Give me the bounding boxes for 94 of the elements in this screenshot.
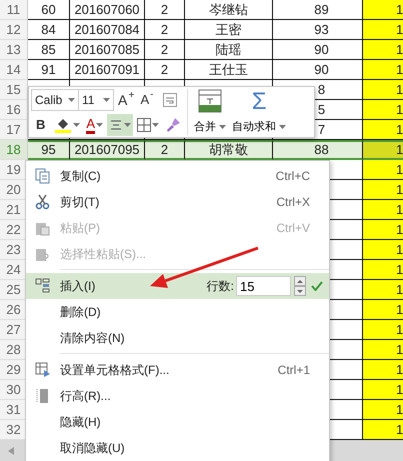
table-cell: 1 — [363, 40, 403, 60]
merge-cells-icon — [198, 89, 222, 113]
font-color-button[interactable]: A — [84, 114, 106, 136]
table-cell: 201607084 — [70, 20, 145, 40]
caret-icon — [297, 280, 303, 282]
table-cell: 陆瑶 — [185, 40, 273, 60]
table-cell: 1 — [363, 280, 403, 300]
checkmark-icon[interactable] — [311, 281, 323, 291]
caret-icon — [103, 98, 110, 102]
table-cell: 胡常敬 — [185, 140, 273, 160]
table-cell: 201607060 — [70, 0, 145, 20]
row-header[interactable]: 12 — [0, 20, 28, 40]
font-size-dropdown[interactable]: 11 — [78, 89, 114, 111]
table-cell: 95 — [28, 140, 70, 160]
menu-item[interactable]: 剪切(T) Ctrl+X — [26, 189, 329, 215]
caret-icon — [219, 124, 226, 129]
menu-item[interactable]: 行高(R)... — [26, 383, 329, 409]
table-cell: 85 — [28, 40, 70, 60]
table-cell: 2 — [145, 40, 185, 60]
table-cell: 1 — [363, 160, 403, 180]
paintbrush-icon[interactable] — [165, 117, 182, 133]
table-cell: 1 — [363, 0, 403, 20]
table-cell: 1 — [363, 200, 403, 220]
spin-down-button[interactable] — [294, 286, 306, 296]
menu-item[interactable]: 复制(C) Ctrl+C — [26, 163, 329, 189]
bold-button[interactable]: B — [34, 114, 48, 136]
table-cell: 1 — [363, 420, 403, 440]
caret-icon — [73, 123, 80, 127]
font-name-dropdown[interactable]: Calib — [31, 89, 79, 111]
table-cell: 王密 — [185, 20, 273, 40]
table-cell: 1 — [363, 320, 403, 340]
table-cell: 1 — [363, 220, 403, 240]
menu-item-icon — [35, 194, 51, 210]
table-cell: 1 — [363, 140, 403, 160]
table-cell: 1 — [363, 360, 403, 380]
table-cell: 201607095 — [70, 140, 145, 160]
grow-font-button[interactable]: A$^{+}$ — [116, 89, 136, 111]
menu-item[interactable]: 设置单元格格式(F)... Ctrl+1 — [26, 357, 329, 383]
table-cell: 1 — [363, 240, 403, 260]
table-cell: 1 — [363, 340, 403, 360]
caret-icon — [68, 98, 75, 102]
table-cell: 2 — [145, 140, 185, 160]
table-cell: 2 — [145, 20, 185, 40]
menu-item-icon — [35, 388, 51, 404]
fill-color-icon[interactable] — [54, 116, 72, 134]
menu-item-icon — [35, 362, 51, 378]
caret-icon — [124, 123, 132, 127]
table-cell: 1 — [363, 260, 403, 280]
caret-icon — [297, 290, 303, 292]
table-cell: 60 — [28, 0, 70, 20]
table-cell: 201607091 — [70, 60, 145, 80]
menu-item-icon — [35, 220, 51, 236]
row-header[interactable]: 17 — [0, 120, 28, 140]
menu-item[interactable]: 取消隐藏(U) — [26, 435, 329, 461]
table-cell: 1 — [363, 60, 403, 80]
menu-item[interactable]: 隐藏(H) — [26, 409, 329, 435]
row-header[interactable]: 14 — [0, 60, 28, 80]
row-header[interactable]: 11 — [0, 0, 28, 20]
caret-icon — [96, 123, 104, 127]
row-header[interactable]: 16 — [0, 100, 28, 120]
menu-item[interactable]: 清除内容(N) — [26, 325, 329, 351]
row-header[interactable]: 13 — [0, 40, 28, 60]
table-cell: 84 — [28, 20, 70, 40]
table-cell: 1 — [363, 400, 403, 420]
spin-up-button[interactable] — [294, 276, 306, 286]
menu-item-icon — [35, 246, 51, 262]
shrink-font-button[interactable]: A$^{-}$ — [138, 89, 156, 111]
table-cell: 王仕玉 — [185, 60, 273, 80]
borders-icon[interactable] — [137, 118, 152, 132]
row-count-field[interactable]: 15 — [236, 276, 291, 296]
table-cell: 1 — [363, 80, 403, 100]
menu-item[interactable]: 删除(D) — [26, 299, 329, 325]
table-cell: 1 — [363, 300, 403, 320]
table-cell: 2 — [145, 0, 185, 20]
menu-item-icon — [35, 278, 51, 294]
table-cell: 1 — [363, 120, 403, 140]
menu-item-icon — [35, 168, 51, 184]
table-cell: 1 — [363, 180, 403, 200]
menu-item[interactable]: 插入(I) 行数: 15 — [26, 273, 329, 299]
table-cell: 2 — [145, 60, 185, 80]
caret-icon — [279, 124, 286, 129]
table-cell: 1 — [363, 100, 403, 120]
table-cell: 1 — [363, 20, 403, 40]
table-cell: 1 — [363, 380, 403, 400]
table-cell: 岑继钻 — [185, 0, 273, 20]
row-header[interactable]: 18 — [0, 140, 28, 160]
wrap-text-icon[interactable] — [163, 93, 178, 107]
table-cell: 88 — [273, 140, 363, 160]
table-cell: 91 — [28, 60, 70, 80]
merge-button[interactable]: 合并 — [192, 89, 228, 135]
table-cell: 201607085 — [70, 40, 145, 60]
row-header[interactable]: 15 — [0, 80, 28, 100]
caret-icon — [152, 123, 160, 127]
align-center-icon[interactable] — [109, 119, 124, 131]
